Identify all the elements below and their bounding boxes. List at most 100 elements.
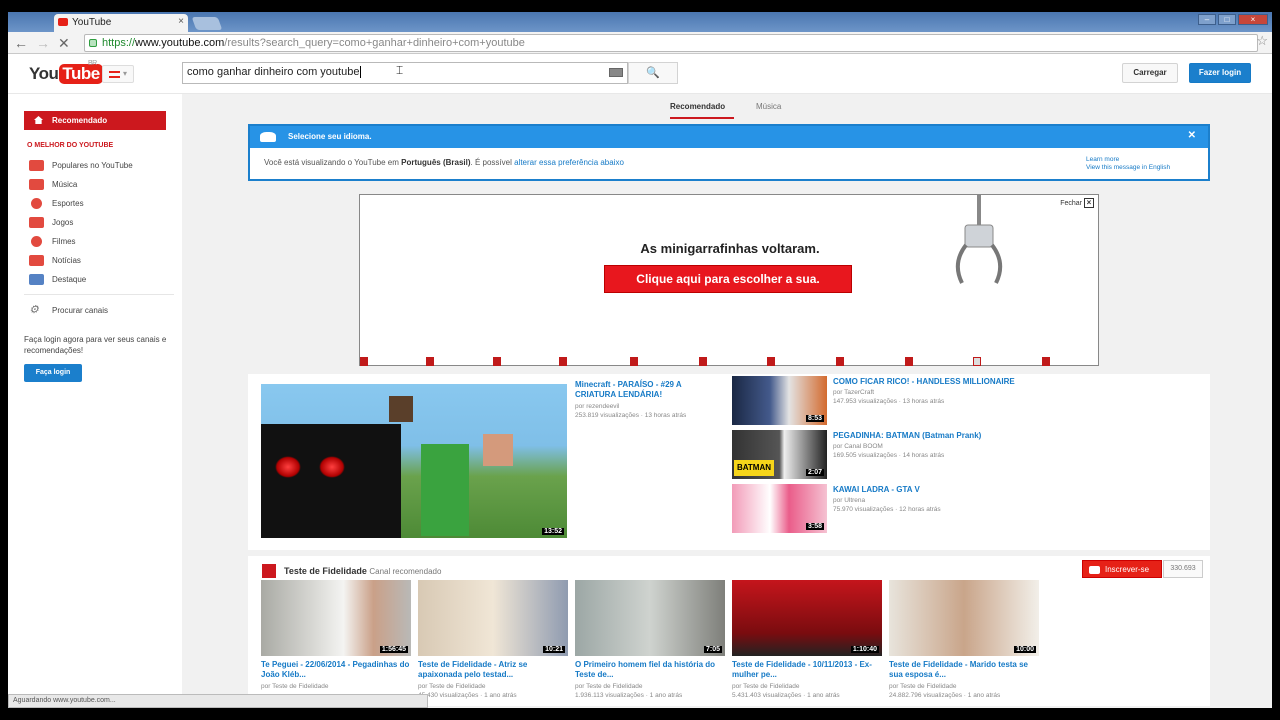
channel-avatar[interactable] (262, 564, 276, 578)
video-thumbnail[interactable]: 10:21 (418, 580, 568, 656)
video-duration: 2:07 (805, 469, 824, 476)
video-meta: 169.505 visualizações · 14 horas atrás (833, 452, 945, 459)
subscribe-button[interactable]: Inscrever-se (1082, 560, 1162, 578)
maximize-icon[interactable]: □ (1218, 14, 1236, 25)
video-channel[interactable]: por rezendeevil (575, 402, 619, 411)
sidebar-item-procurar-canais[interactable]: ⚙ Procurar canais (29, 304, 179, 321)
video-thumbnail[interactable]: 7:05 (575, 580, 725, 656)
video-channel[interactable]: por Ultrena (833, 496, 865, 505)
keyboard-icon[interactable] (609, 68, 623, 77)
sidebar-item-destaque[interactable]: Destaque (29, 274, 179, 290)
login-button[interactable]: Fazer login (1189, 63, 1251, 83)
close-window-icon[interactable]: × (1238, 14, 1268, 25)
sidebar-item-esportes[interactable]: Esportes (29, 198, 179, 214)
news-icon (29, 255, 44, 266)
forward-arrow-icon[interactable]: → (36, 35, 50, 51)
search-button[interactable]: 🔍 (628, 62, 678, 84)
video-channel[interactable]: por Teste de Fidelidade (732, 682, 799, 691)
guide-button[interactable]: ▾ (102, 65, 134, 83)
youtube-favicon-icon (58, 18, 68, 26)
tab-recomendado[interactable]: Recomendado (670, 102, 735, 119)
video-title[interactable]: Teste de Fidelidade - Atriz se apaixonad… (418, 660, 568, 680)
address-bar[interactable]: https://www.youtube.com/results?search_q… (84, 34, 1258, 52)
change-preference-link[interactable]: alterar essa preferência abaixo (514, 158, 624, 167)
browser-window: YouTube × – □ × ← → ✕ https://www.youtub… (8, 12, 1272, 708)
sidebar-item-noticias[interactable]: Notícias (29, 255, 179, 271)
popular-icon (29, 160, 44, 171)
sidebar-item-filmes[interactable]: Filmes (29, 236, 179, 252)
games-icon (29, 217, 44, 228)
video-thumbnail[interactable]: 1:10:40 (732, 580, 882, 656)
bottle-icon (699, 357, 707, 366)
video-thumbnail[interactable]: 3:58 (732, 484, 827, 533)
video-thumbnail[interactable]: 1:56:45 (261, 580, 411, 656)
search-input[interactable]: como ganhar dinheiro com youtube (182, 62, 628, 84)
back-arrow-icon[interactable]: ← (14, 35, 28, 51)
video-title[interactable]: PEGADINHA: BATMAN (Batman Prank) (833, 431, 981, 441)
video-title[interactable]: COMO FICAR RICO! - HANDLESS MILLIONAIRE (833, 377, 1015, 387)
english-message-link[interactable]: View this message in English (1086, 164, 1170, 171)
language-banner: Selecione seu idioma. ✕ Você está visual… (248, 124, 1210, 181)
masthead: You Tube BR ▾ como ganhar dinheiro com yo… (8, 54, 1272, 94)
language-banner-text: Você está visualizando o YouTube em Port… (264, 158, 624, 167)
video-channel[interactable]: por TazerCraft (833, 388, 874, 397)
sidebar-item-jogos[interactable]: Jogos (29, 217, 179, 233)
video-title[interactable]: KAWAI LADRA - GTA V (833, 485, 920, 495)
video-channel[interactable]: por Teste de Fidelidade (575, 682, 642, 691)
sidebar-item-populares[interactable]: Populares no YouTube (29, 160, 179, 176)
video-channel[interactable]: por Teste de Fidelidade (418, 682, 485, 691)
video-duration: 7:05 (703, 646, 722, 653)
ad-cta-button[interactable]: Clique aqui para escolher a sua. (604, 265, 852, 293)
video-title[interactable]: Minecraft - PARAÍSO - #29 A CRIATURA LEN… (575, 380, 715, 400)
video-thumbnail[interactable]: BATMAN 2:07 (732, 430, 827, 479)
bottle-icon (905, 357, 913, 366)
video-channel[interactable]: por Teste de Fidelidade (261, 682, 328, 691)
video-title[interactable]: Teste de Fidelidade - 10/11/2013 - Ex-mu… (732, 660, 882, 680)
video-title[interactable]: Te Peguei - 22/06/2014 - Pegadinhas do J… (261, 660, 411, 680)
ad-banner[interactable]: Fechar × As minigarrafinhas voltaram. Cli… (359, 194, 1099, 366)
tab-musica[interactable]: Música (756, 102, 781, 111)
thumbnail-shape (319, 456, 345, 478)
sidebar-item-recomendado[interactable]: Recomendado (24, 111, 166, 130)
channel-subtitle: Canal recomendado (369, 567, 442, 576)
sidebar-item-label: Destaque (52, 275, 87, 284)
close-icon[interactable]: ✕ (1188, 130, 1196, 141)
video-thumbnail[interactable]: 10:00 (889, 580, 1039, 656)
sidebar-item-label: Jogos (52, 218, 74, 227)
url-scheme: https:// (102, 37, 136, 49)
video-thumbnail-main[interactable]: 13:52 (261, 384, 567, 538)
ad-close-button[interactable]: Fechar × (1060, 198, 1094, 208)
new-tab-button[interactable] (191, 17, 223, 30)
bottle-icon (1042, 357, 1050, 366)
bookmark-star-icon[interactable]: ☆ (1256, 33, 1268, 49)
video-meta: 75.970 visualizações · 12 horas atrás (833, 506, 941, 513)
sidebar-item-label: Recomendado (52, 116, 108, 125)
banner-language: Português (Brasil) (401, 158, 471, 167)
video-title[interactable]: O Primeiro homem fiel da história do Tes… (575, 660, 725, 680)
video-thumbnail[interactable]: 8:53 (732, 376, 827, 425)
sidebar-login-button[interactable]: Faça login (24, 364, 82, 382)
upload-button[interactable]: Carregar (1122, 63, 1178, 83)
stop-icon[interactable]: ✕ (58, 35, 70, 52)
channel-name[interactable]: Teste de Fidelidade (284, 566, 367, 576)
batman-label: BATMAN (734, 460, 774, 476)
video-duration: 13:52 (542, 528, 564, 535)
bottle-icon (559, 357, 567, 366)
bottle-icon (360, 357, 368, 366)
minimize-icon[interactable]: – (1198, 14, 1216, 25)
video-channel[interactable]: por Teste de Fidelidade (889, 682, 956, 691)
sidebar-item-musica[interactable]: Música (29, 179, 179, 195)
guide-icon (109, 71, 120, 78)
learn-more-link[interactable]: Learn more (1086, 156, 1119, 163)
browser-tab-youtube[interactable]: YouTube × (54, 14, 188, 32)
video-channel[interactable]: por Canal BOOM (833, 442, 883, 451)
logo-you: You (29, 64, 59, 83)
spotlight-icon (29, 274, 44, 285)
video-title[interactable]: Teste de Fidelidade - Marido testa se su… (889, 660, 1039, 680)
youtube-logo[interactable]: You Tube BR (29, 60, 103, 84)
ad-close-label: Fechar (1060, 200, 1082, 207)
sidebar-item-label: Notícias (52, 256, 81, 265)
video-meta: 45.430 visualizações · 1 ano atrás (418, 692, 517, 699)
close-tab-icon[interactable]: × (178, 16, 184, 27)
lock-icon (89, 39, 97, 47)
